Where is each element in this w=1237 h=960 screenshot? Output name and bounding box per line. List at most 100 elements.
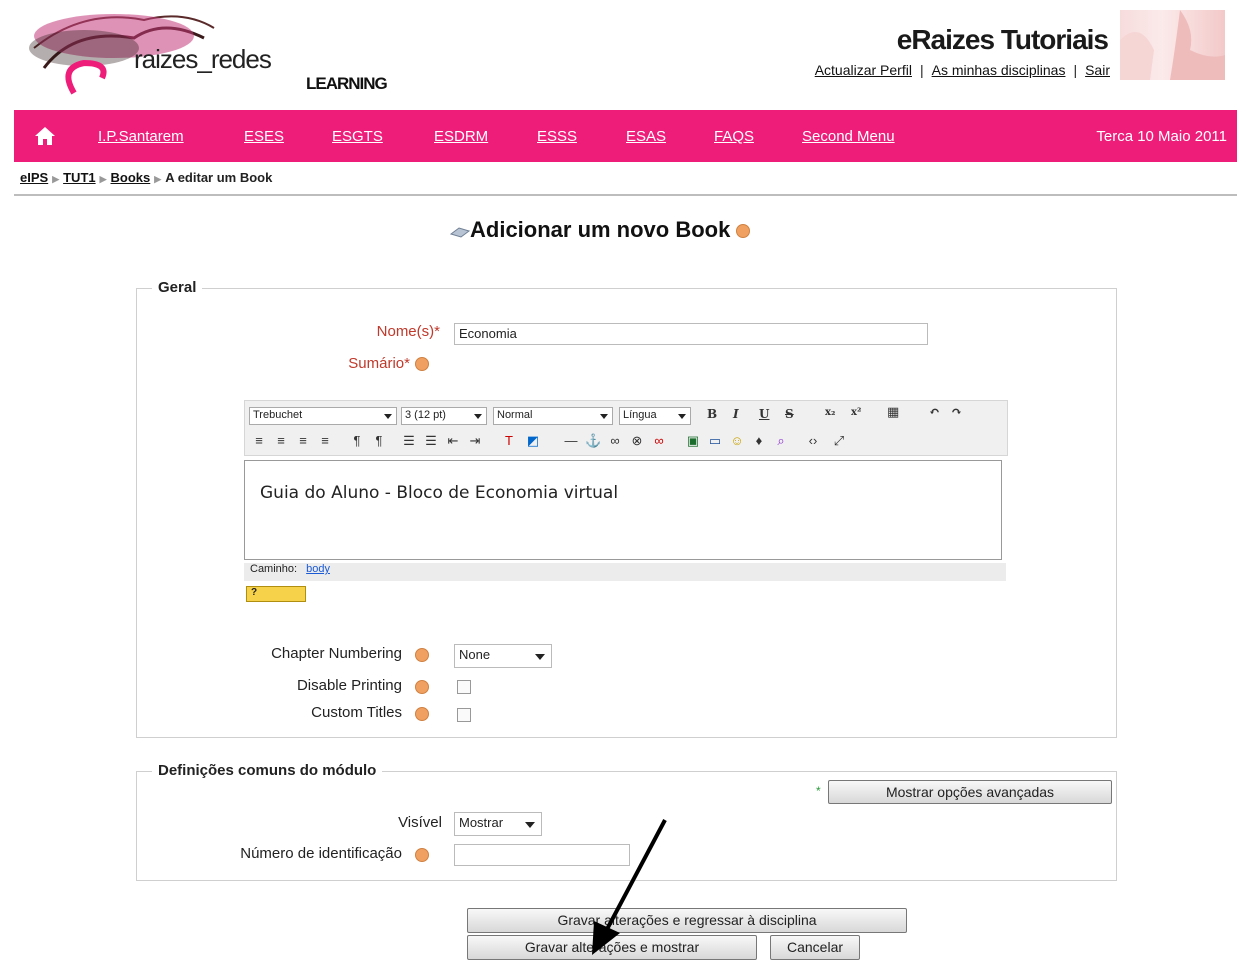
align-center-icon[interactable]: ≡ bbox=[273, 433, 289, 449]
align-left-icon[interactable]: ≡ bbox=[251, 433, 267, 449]
chevron-down-icon bbox=[600, 414, 608, 419]
font-size-select[interactable]: 3 (12 pt) bbox=[401, 407, 487, 425]
breadcrumb: eIPS ▶ TUT1 ▶ Books ▶ A editar um Book bbox=[20, 170, 272, 185]
logo-text: raizes_redes bbox=[134, 44, 272, 74]
chapter-numbering-value: None bbox=[459, 647, 491, 662]
ordered-list-icon[interactable]: ☰ bbox=[401, 433, 417, 449]
indent-icon[interactable]: ⇥ bbox=[467, 433, 483, 449]
align-right-icon[interactable]: ≡ bbox=[295, 433, 311, 449]
editor-text[interactable]: Guia do Aluno - Bloco de Economia virtua… bbox=[260, 483, 618, 503]
site-logo[interactable]: raizes_redes LEARNING bbox=[14, 8, 424, 100]
nolink-icon[interactable]: ∞ bbox=[651, 433, 667, 449]
help-icon[interactable] bbox=[415, 357, 429, 371]
format-select[interactable]: Normal bbox=[493, 407, 613, 425]
main-navbar: I.P.Santarem ESES ESGTS ESDRM ESSS ESAS … bbox=[14, 110, 1237, 162]
breadcrumb-arrow-icon: ▶ bbox=[99, 174, 107, 184]
top-links: Actualizar Perfil | As minhas disciplinas |… bbox=[700, 62, 1110, 78]
redo-icon[interactable]: ↷ bbox=[951, 405, 962, 420]
name-input[interactable]: Economia bbox=[454, 323, 928, 345]
italic-icon[interactable]: I bbox=[733, 407, 739, 421]
fullscreen-icon[interactable]: ⤢ bbox=[831, 433, 847, 449]
breadcrumb-arrow-icon: ▶ bbox=[52, 174, 60, 184]
pointer-arrow-icon bbox=[592, 819, 667, 955]
editor-content-area[interactable]: Guia do Aluno - Bloco de Economia virtua… bbox=[244, 460, 1002, 560]
font-size-value: 3 (12 pt) bbox=[405, 409, 446, 421]
update-profile-link[interactable]: Actualizar Perfil bbox=[815, 62, 912, 78]
nav-item-ipsantarem[interactable]: I.P.Santarem bbox=[98, 128, 184, 145]
breadcrumb-item-tut1[interactable]: TUT1 bbox=[63, 170, 96, 185]
page-title: Adicionar um novo Book bbox=[470, 217, 731, 242]
cancel-button[interactable]: Cancelar bbox=[770, 935, 860, 960]
my-courses-link[interactable]: As minhas disciplinas bbox=[932, 62, 1066, 78]
nav-item-eses[interactable]: ESES bbox=[244, 128, 284, 145]
disable-printing-checkbox[interactable] bbox=[457, 680, 471, 694]
module-settings-legend: Definições comuns do módulo bbox=[152, 762, 383, 779]
text-color-icon[interactable]: T bbox=[501, 433, 517, 449]
breadcrumb-divider bbox=[14, 194, 1237, 196]
breadcrumb-arrow-icon: ▶ bbox=[154, 174, 162, 184]
nav-item-second-menu[interactable]: Second Menu bbox=[802, 128, 895, 145]
visible-select[interactable]: Mostrar bbox=[454, 812, 542, 836]
unordered-list-icon[interactable]: ☰ bbox=[423, 433, 439, 449]
clean-word-icon[interactable]: ▦ bbox=[887, 405, 899, 420]
question-icon: ? bbox=[251, 587, 258, 598]
save-return-button[interactable]: Gravar alterações e regressar à discipli… bbox=[467, 908, 907, 933]
home-icon[interactable] bbox=[34, 126, 56, 146]
special-char-icon[interactable]: ♦ bbox=[751, 433, 767, 449]
underline-icon[interactable]: U bbox=[759, 407, 769, 421]
align-justify-icon[interactable]: ≡ bbox=[317, 433, 333, 449]
superscript-icon[interactable]: x² bbox=[851, 407, 861, 418]
show-advanced-button[interactable]: Mostrar opções avançadas bbox=[828, 780, 1112, 804]
bold-icon[interactable]: B bbox=[707, 407, 717, 421]
unlink-icon[interactable]: ⊗ bbox=[629, 433, 645, 449]
custom-titles-label: Custom Titles bbox=[311, 704, 402, 721]
path-body-link[interactable]: body bbox=[306, 563, 330, 575]
visible-value: Mostrar bbox=[459, 815, 504, 830]
horizontal-rule-icon[interactable]: — bbox=[563, 433, 579, 449]
ltr-icon[interactable]: ¶ bbox=[349, 433, 365, 449]
logout-link[interactable]: Sair bbox=[1085, 62, 1110, 78]
help-icon[interactable] bbox=[415, 848, 429, 862]
help-icon[interactable] bbox=[415, 680, 429, 694]
name-label-text: Nome(s) bbox=[376, 323, 435, 340]
language-select[interactable]: Língua bbox=[619, 407, 691, 425]
link-separator: | bbox=[1073, 62, 1078, 78]
rtl-icon[interactable]: ¶ bbox=[371, 433, 387, 449]
subscript-icon[interactable]: x₂ bbox=[825, 407, 835, 418]
header-photo bbox=[1120, 10, 1225, 80]
help-icon[interactable] bbox=[415, 707, 429, 721]
general-legend: Geral bbox=[152, 279, 203, 296]
editor-toolbar: Trebuchet 3 (12 pt) Normal Língua B I U … bbox=[244, 400, 1008, 456]
font-family-select[interactable]: Trebuchet bbox=[249, 407, 397, 425]
anchor-icon[interactable]: ⚓ bbox=[585, 433, 601, 449]
nav-item-esgts[interactable]: ESGTS bbox=[332, 128, 383, 145]
editor-help-button[interactable]: ? bbox=[246, 586, 306, 602]
smiley-icon[interactable]: ☺ bbox=[729, 433, 745, 449]
chapter-numbering-select[interactable]: None bbox=[454, 644, 552, 668]
insert-image-icon[interactable]: ▣ bbox=[685, 433, 701, 449]
font-family-value: Trebuchet bbox=[253, 409, 303, 421]
visible-label: Visível bbox=[398, 814, 442, 831]
undo-icon[interactable]: ↶ bbox=[929, 405, 940, 420]
html-source-icon[interactable]: ‹› bbox=[805, 433, 821, 449]
header-photo-figure bbox=[1120, 10, 1225, 80]
nav-item-esas[interactable]: ESAS bbox=[626, 128, 666, 145]
help-icon[interactable] bbox=[736, 224, 751, 239]
breadcrumb-item-books[interactable]: Books bbox=[111, 170, 151, 185]
advanced-marker-icon: * bbox=[816, 784, 821, 798]
strikethrough-icon[interactable]: S bbox=[785, 407, 794, 421]
background-color-icon[interactable]: ◩ bbox=[525, 433, 541, 449]
nav-item-esdrm[interactable]: ESDRM bbox=[434, 128, 488, 145]
help-icon[interactable] bbox=[415, 648, 429, 662]
breadcrumb-item-eips[interactable]: eIPS bbox=[20, 170, 48, 185]
link-icon[interactable]: ∞ bbox=[607, 433, 623, 449]
search-replace-icon[interactable]: ⌕ bbox=[773, 433, 789, 449]
nav-item-faqs[interactable]: FAQS bbox=[714, 128, 754, 145]
custom-titles-checkbox[interactable] bbox=[457, 708, 471, 722]
insert-table-icon[interactable]: ▭ bbox=[707, 433, 723, 449]
nav-item-esss[interactable]: ESSS bbox=[537, 128, 577, 145]
page-title-row: Adicionar um novo Book bbox=[449, 217, 751, 243]
summary-label: Sumário* bbox=[280, 355, 410, 372]
outdent-icon[interactable]: ⇤ bbox=[445, 433, 461, 449]
current-date: Terca 10 Maio 2011 bbox=[1096, 128, 1227, 145]
